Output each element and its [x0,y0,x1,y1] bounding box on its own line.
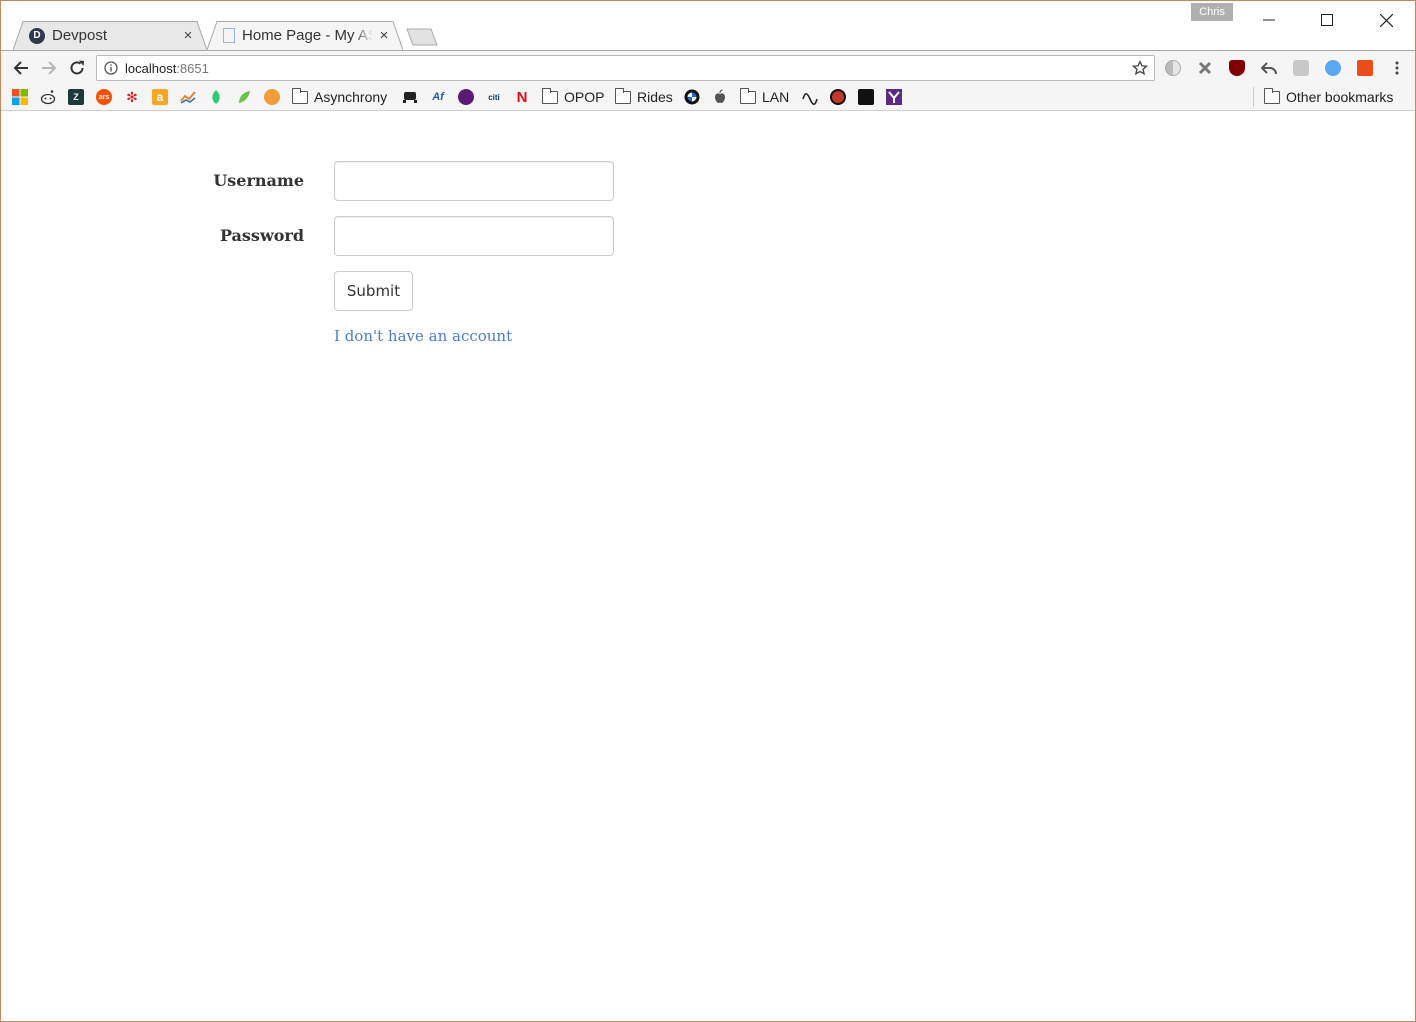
tab-title: Devpost [52,27,108,44]
microsoft-bookmark-icon[interactable] [12,88,28,106]
bmw-bookmark-icon[interactable] [684,88,700,106]
folder-icon [739,87,756,104]
bookmark-icon[interactable] [458,88,474,106]
leaf-bookmark-icon[interactable] [236,88,252,106]
amazon-bookmark-icon[interactable]: a [152,88,168,106]
netflix-bookmark-icon[interactable]: N [514,88,530,106]
orange-circle-bookmark-icon[interactable] [264,88,280,106]
bookmark-folder-opop[interactable]: OPOP [541,87,604,106]
folder-icon [291,87,308,104]
folder-icon [614,87,631,104]
minimize-icon[interactable] [1246,5,1292,35]
new-tab-button[interactable] [405,28,439,46]
devpost-favicon-icon: D [29,27,45,44]
menu-kebab-icon[interactable] [1389,60,1405,76]
address-bar[interactable]: localhost:8651 [96,55,1155,81]
folder-icon [541,87,558,104]
car-bookmark-icon[interactable] [402,88,418,106]
bookmarks-separator [1253,87,1254,107]
username-label: Username [213,171,304,190]
bookmark-icon[interactable]: Z [68,88,84,106]
profile-badge[interactable]: Chris [1191,3,1233,21]
bookmark-folder-lan[interactable]: LAN [739,87,789,106]
tab-devpost[interactable]: D Devpost × [13,21,207,50]
feather-extension-icon[interactable] [1325,60,1341,76]
reddit-bookmark-icon[interactable] [40,88,56,106]
image-extension-icon[interactable] [1293,60,1309,76]
browser-window: D Devpost × Home Page - My AS × Chris lo… [0,0,1416,1022]
bookmark-icon[interactable] [830,88,846,106]
ars-bookmark-icon[interactable]: ars [96,88,112,106]
yelp-bookmark-icon[interactable]: ✻ [124,88,140,106]
password-label: Password [219,226,304,245]
info-icon[interactable] [97,61,125,75]
page-favicon-icon [223,28,235,43]
tab-close-icon[interactable]: × [377,27,391,44]
tab-close-icon[interactable]: × [181,27,195,44]
other-bookmarks-folder[interactable]: Other bookmarks [1263,87,1393,106]
tab-home-page[interactable]: Home Page - My AS × [207,21,403,50]
password-input[interactable] [334,216,614,256]
folder-icon [1263,87,1280,104]
forward-arrow-icon[interactable] [39,58,59,78]
wave-bookmark-icon[interactable] [802,88,818,106]
citi-bookmark-icon[interactable]: citi [486,88,502,106]
tools-extension-icon[interactable] [1197,60,1213,76]
dark-mode-extension-icon[interactable] [1165,60,1181,76]
apple-bookmark-icon[interactable] [712,88,728,106]
no-account-link[interactable]: I don't have an account [334,327,512,345]
maximize-icon[interactable] [1304,5,1350,35]
chart-bookmark-icon[interactable] [180,88,196,106]
office-extension-icon[interactable] [1357,60,1373,76]
bookmark-icon[interactable]: Af [430,88,446,106]
browser-toolbar: localhost:8651 [1,50,1415,84]
url-text: localhost:8651 [125,60,209,76]
username-input[interactable] [334,161,614,201]
tab-title: Home Page - My AS [242,27,373,44]
bookmark-star-icon[interactable] [1131,60,1149,81]
submit-button[interactable]: Submit [334,271,413,311]
bookmark-icon[interactable] [886,88,902,106]
leaf-bookmark-icon[interactable] [208,88,224,106]
page-content: Username Password Submit I don't have an… [1,111,1415,1021]
bookmark-folder-asynchrony[interactable]: Asynchrony [291,87,387,106]
bookmarks-bar: Z ars ✻ a Asynchrony Af citi N OPOP Ride… [1,84,1415,111]
ublock-origin-icon[interactable] [1229,60,1245,76]
tab-strip: D Devpost × Home Page - My AS × Chris [1,1,1415,51]
bookmark-icon[interactable] [858,88,874,106]
reply-arrow-extension-icon[interactable] [1260,60,1277,76]
close-window-icon[interactable] [1363,5,1409,35]
back-arrow-icon[interactable] [11,58,31,78]
bookmark-folder-rides[interactable]: Rides [614,87,673,106]
reload-icon[interactable] [67,58,87,78]
